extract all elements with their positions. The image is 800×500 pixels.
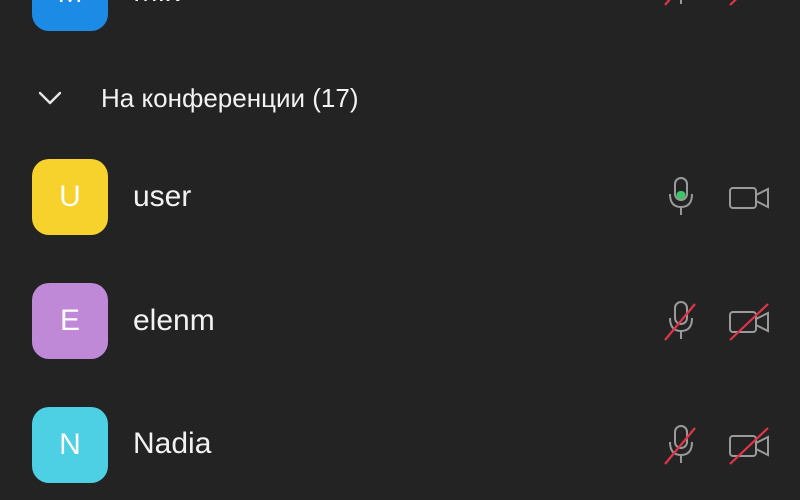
in-conference-section-header[interactable]: На конференции (17) [0,72,800,124]
mic-muted-icon[interactable] [662,424,700,468]
chevron-down-icon[interactable] [36,84,64,112]
camera-on-icon[interactable] [726,176,772,220]
avatar-initial: U [59,180,81,213]
participant-name: Mik [133,0,180,9]
mic-muted-icon[interactable] [662,0,700,9]
mic-muted-icon[interactable] [662,300,700,344]
participant-row[interactable]: M Mik [0,0,800,35]
participant-name: user [133,180,192,213]
avatar-initial: E [59,304,80,337]
mic-active-icon[interactable] [662,176,700,220]
camera-off-icon[interactable] [726,424,772,468]
avatar: M [32,0,108,31]
camera-off-icon[interactable] [726,0,772,9]
avatar: U [32,159,108,235]
avatar: E [32,283,108,359]
participant-name: Nadia [133,427,212,460]
participant-row[interactable]: U user [0,159,800,239]
camera-off-icon[interactable] [726,300,772,344]
section-title: На конференции (17) [101,83,359,113]
avatar: N [32,407,108,483]
participant-row[interactable]: E elenm [0,283,800,363]
avatar-initial: M [58,0,83,10]
participant-row[interactable]: N Nadia [0,407,800,487]
avatar-initial: N [59,428,81,461]
participant-name: elenm [133,304,215,337]
